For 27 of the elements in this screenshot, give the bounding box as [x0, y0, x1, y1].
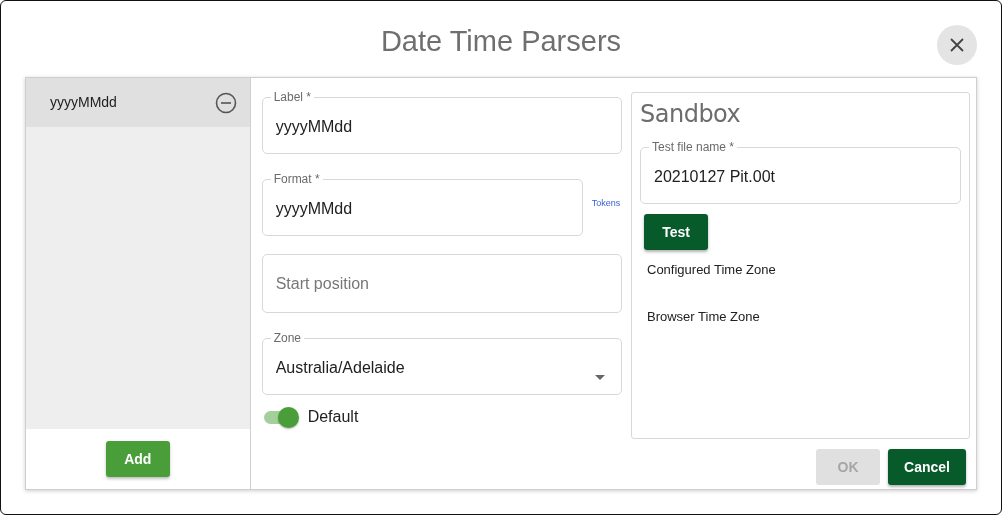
field-label: Label *	[272, 90, 312, 104]
close-icon	[950, 38, 964, 52]
field-label: Test file name *	[651, 140, 736, 154]
input-field[interactable]: Test file name * 20210127 Pit.00t	[640, 140, 961, 204]
dialog-button[interactable]: Cancel	[888, 449, 966, 485]
dialog-title: Date Time Parsers	[380, 24, 622, 60]
sandbox-title: Sandbox	[640, 100, 742, 128]
input-field[interactable]: Format * yyyyMMdd	[261, 172, 583, 236]
info-text: Browser Time Zone	[647, 308, 761, 326]
select-value[interactable]: Australia/Adelaide	[273, 355, 610, 381]
close-button[interactable]	[937, 25, 977, 65]
input-field[interactable]: Start position	[261, 254, 622, 313]
text-input[interactable]: 20210127 Pit.00t	[652, 164, 949, 190]
parser-item[interactable]: yyyyMMdd	[26, 78, 250, 127]
text-input[interactable]: yyyyMMdd	[273, 196, 571, 222]
caret-icon	[594, 375, 605, 380]
toggle-label: Default	[307, 407, 359, 427]
test-button[interactable]: Test	[644, 214, 708, 250]
tokens-link[interactable]: Tokens	[591, 197, 621, 211]
field-label: Zone	[272, 331, 302, 345]
info-text: Configured Time Zone	[647, 261, 777, 279]
input-field[interactable]: Label * yyyyMMdd	[261, 90, 622, 154]
minus-circle-icon[interactable]	[214, 91, 237, 114]
text-input[interactable]: yyyyMMdd	[273, 114, 610, 140]
text-input[interactable]: Start position	[273, 270, 610, 297]
field-label: Format *	[272, 172, 321, 186]
select-field[interactable]: Zone Australia/Adelaide	[261, 331, 622, 395]
